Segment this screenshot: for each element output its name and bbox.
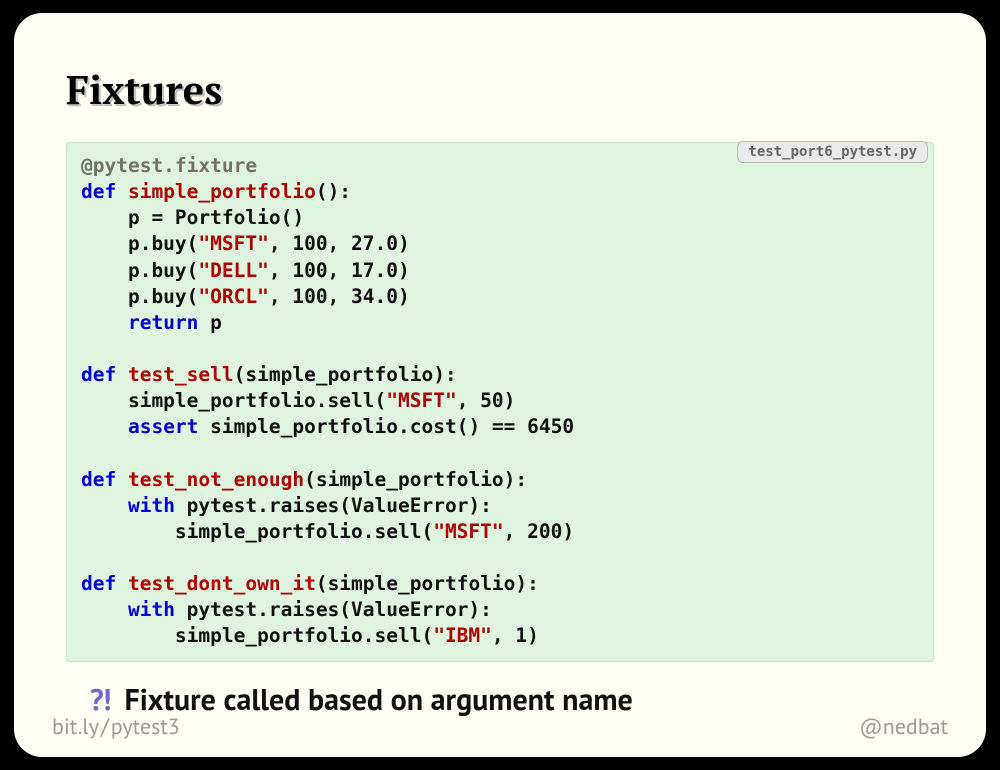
code-line: p.buy(: [81, 232, 198, 255]
code-line: (simple_portfolio):: [316, 572, 539, 595]
keyword-def: def: [81, 180, 116, 203]
code-line: simple_portfolio.sell(: [81, 624, 433, 647]
string-literal: "DELL": [198, 259, 268, 282]
footer-link-path: pytest3: [111, 713, 180, 741]
code-line: , 100, 34.0): [269, 285, 410, 308]
slash: /: [101, 713, 109, 741]
code-line: p = Portfolio(): [81, 206, 304, 229]
slide-footer: bit.ly/pytest3 @nedbat: [14, 713, 986, 741]
footer-left: bit.ly/pytest3: [52, 713, 180, 741]
code-line: , 100, 17.0): [269, 259, 410, 282]
func-name: test_sell: [128, 363, 234, 386]
string-literal: "IBM": [433, 624, 492, 647]
code-line: p.buy(: [81, 259, 198, 282]
keyword-def: def: [81, 468, 116, 491]
func-name: test_not_enough: [128, 468, 304, 491]
func-name: test_dont_own_it: [128, 572, 316, 595]
code-line: (simple_portfolio):: [234, 363, 457, 386]
filename-tab: test_port6_pytest.py: [737, 141, 928, 163]
footer-right: @nedbat: [859, 713, 948, 741]
keyword-with: with: [128, 598, 175, 621]
code-line: simple_portfolio.cost() == 6450: [198, 415, 574, 438]
keyword-def: def: [81, 572, 116, 595]
code-listing: @pytest.fixture def simple_portfolio(): …: [66, 142, 934, 662]
string-literal: "MSFT": [386, 389, 456, 412]
keyword-def: def: [81, 363, 116, 386]
slide: Fixtures test_port6_pytest.py @pytest.fi…: [14, 13, 986, 757]
slide-title: Fixtures: [66, 63, 934, 116]
string-literal: "MSFT": [433, 520, 503, 543]
code-line: p.buy(: [81, 285, 198, 308]
keyword-assert: assert: [128, 415, 198, 438]
code-line: pytest.raises(ValueError):: [175, 494, 492, 517]
code-line: p: [198, 311, 221, 334]
string-literal: "ORCL": [198, 285, 268, 308]
string-literal: "MSFT": [198, 232, 268, 255]
footer-link-host: bit.ly: [52, 713, 99, 741]
code-line: , 100, 27.0): [269, 232, 410, 255]
decorator: @pytest.fixture: [81, 154, 257, 177]
code-line: , 1): [492, 624, 539, 647]
code-line: simple_portfolio.sell(: [81, 520, 433, 543]
code-block: test_port6_pytest.py @pytest.fixture def…: [66, 142, 934, 662]
keyword-with: with: [128, 494, 175, 517]
code-line: , 50): [457, 389, 516, 412]
code-line: pytest.raises(ValueError):: [175, 598, 492, 621]
code-line: (simple_portfolio):: [304, 468, 527, 491]
code-line: simple_portfolio.sell(: [81, 389, 386, 412]
keyword-return: return: [128, 311, 198, 334]
code-line: , 200): [504, 520, 574, 543]
func-name: simple_portfolio: [128, 180, 316, 203]
